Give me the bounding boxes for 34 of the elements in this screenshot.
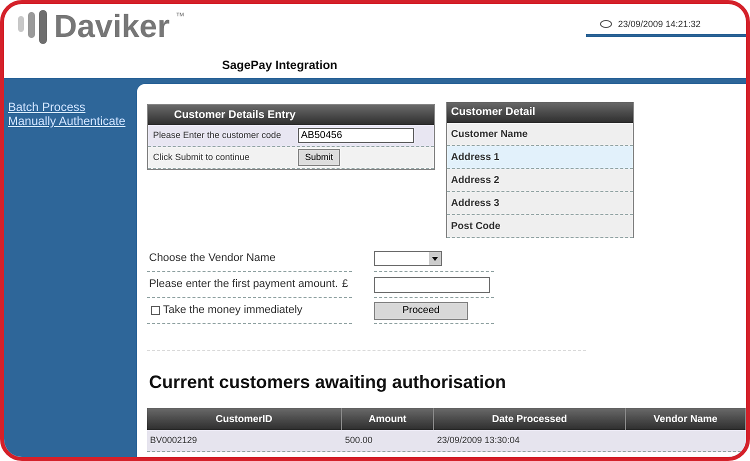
column-header: Date Processed [492, 412, 568, 426]
logo-text: Daviker [54, 10, 170, 42]
column-header: CustomerID [216, 412, 272, 426]
sidebar-link[interactable]: Batch Process [8, 100, 137, 114]
panel-header: Customer Details Entry [148, 105, 434, 125]
detail-label: Address 3 [451, 196, 500, 210]
column-header: Vendor Name [654, 412, 718, 426]
section-heading: Current customers awaiting authorisation [149, 371, 508, 394]
proceed-button[interactable]: Proceed [374, 302, 468, 320]
detail-label: Address 2 [451, 174, 500, 188]
panel-header: Customer Detail [447, 102, 633, 123]
sidebar-link[interactable]: Manually Authenticate [8, 114, 137, 128]
currency-symbol: £ [342, 277, 348, 292]
page-title: SagePay Integration [222, 57, 338, 74]
datetime: 23/09/2009 14:21:32 [618, 18, 701, 31]
payment-amount-field[interactable] [374, 276, 490, 292]
field-label: Please Enter the customer code [152, 128, 282, 142]
detail-label: Address 1 [451, 150, 500, 164]
checkbox[interactable] [151, 306, 160, 315]
vendor-dropdown[interactable] [374, 251, 442, 266]
customer-code-field[interactable]: AB50456 [298, 128, 414, 143]
column-header: Amount [368, 412, 406, 426]
checkbox-label: Take the money immediately [163, 303, 302, 318]
table-cell-text: BV0002129 [150, 434, 198, 447]
trademark: ™ [176, 10, 185, 23]
submit-button[interactable]: Submit [298, 149, 340, 166]
field-label: Click Submit to continue [152, 150, 251, 164]
field-label: Choose the Vendor Name [148, 251, 276, 266]
detail-label: Customer Name [451, 128, 528, 142]
logo-bars-icon [18, 10, 48, 44]
field-label: Please enter the first payment amount. [148, 277, 338, 292]
table-cell-text: 500.00 [345, 434, 373, 447]
table-cell-text: 23/09/2009 13:30:04 [437, 434, 520, 447]
detail-label: Post Code [451, 220, 500, 234]
